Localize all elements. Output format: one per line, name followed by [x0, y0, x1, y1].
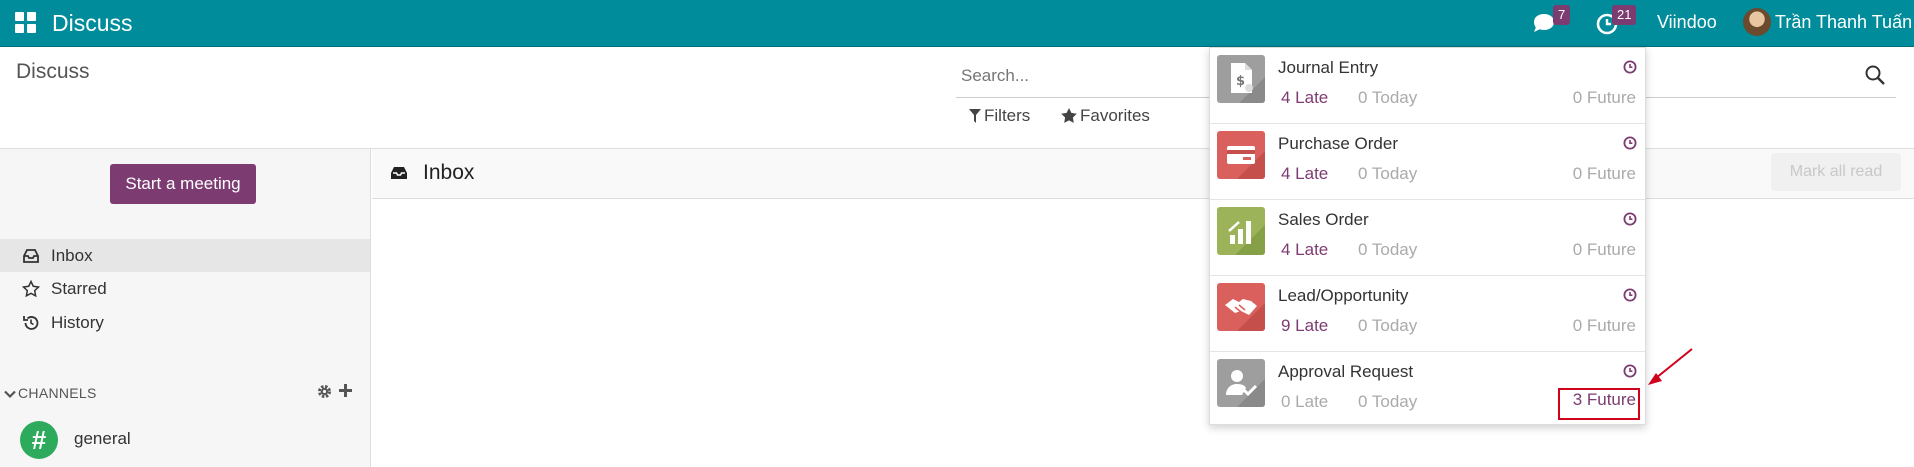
activity-row-sales-order[interactable]: Sales Order 4 Late 0 Today 0 Future	[1210, 200, 1645, 276]
highlight-box	[1558, 388, 1640, 420]
filters-button[interactable]: Filters	[969, 106, 1030, 126]
lead-opportunity-icon	[1217, 283, 1265, 331]
activity-late-count[interactable]: 0 Late	[1281, 392, 1328, 412]
clock-icon	[1623, 60, 1637, 74]
history-icon	[23, 316, 39, 330]
clock-icon	[1623, 136, 1637, 150]
inbox-title: Inbox	[423, 161, 475, 184]
journal-entry-icon: $	[1217, 55, 1265, 103]
activity-name: Purchase Order	[1278, 134, 1398, 153]
activity-late-count[interactable]: 4 Late	[1281, 240, 1328, 260]
activity-name: Lead/Opportunity	[1278, 286, 1409, 305]
channels-header[interactable]: CHANNELS	[4, 385, 97, 401]
favorites-label: Favorites	[1080, 106, 1150, 125]
app-title[interactable]: Discuss	[52, 10, 133, 37]
user-menu[interactable]: Trần Thanh Tuấn	[1775, 12, 1912, 33]
activity-name: Sales Order	[1278, 210, 1369, 229]
channels-label: CHANNELS	[18, 385, 97, 401]
activity-late-count[interactable]: 4 Late	[1281, 88, 1328, 108]
activity-today-count[interactable]: 0 Today	[1358, 164, 1417, 184]
activity-today-count[interactable]: 0 Today	[1358, 88, 1417, 108]
inbox-header: Inbox	[372, 149, 1914, 199]
sales-order-icon	[1217, 207, 1265, 255]
activity-today-count[interactable]: 0 Today	[1358, 392, 1417, 412]
page-title: Discuss	[16, 60, 90, 83]
apps-menu-icon[interactable]	[15, 12, 37, 34]
activity-future-count[interactable]: 0 Future	[1573, 240, 1636, 260]
activity-late-count[interactable]: 9 Late	[1281, 316, 1328, 336]
mark-all-read-button[interactable]: Mark all read	[1771, 153, 1901, 191]
activity-dropdown: $ Journal Entry 4 Late 0 Today 0 Future …	[1209, 47, 1646, 425]
search-icon[interactable]	[1864, 64, 1886, 86]
activity-name: Journal Entry	[1278, 58, 1379, 77]
annotation-arrow-icon	[1648, 348, 1693, 385]
activity-name: Approval Request	[1278, 362, 1414, 381]
sidebar-item-history[interactable]: History	[0, 306, 370, 339]
purchase-order-icon	[1217, 131, 1265, 179]
hash-icon: #	[20, 421, 58, 459]
channel-general[interactable]: general	[74, 429, 131, 449]
activity-late-count[interactable]: 4 Late	[1281, 164, 1328, 184]
activity-future-count[interactable]: 0 Future	[1573, 88, 1636, 108]
chat-badge: 7	[1553, 5, 1571, 25]
svg-text:$: $	[1236, 74, 1245, 89]
activity-row-lead-opportunity[interactable]: Lead/Opportunity 9 Late 0 Today 0 Future	[1210, 276, 1645, 352]
clock-icon	[1623, 364, 1637, 378]
filters-label: Filters	[984, 106, 1031, 125]
filter-icon	[969, 109, 981, 123]
sidebar: Start a meeting Inbox Starred History CH…	[0, 149, 371, 467]
inbox-icon	[23, 249, 39, 263]
clock-icon	[1623, 288, 1637, 302]
favorites-button[interactable]: Favorites	[1061, 106, 1150, 126]
user-avatar[interactable]	[1743, 8, 1771, 36]
inbox-icon	[391, 167, 407, 179]
sidebar-item-starred[interactable]: Starred	[0, 272, 370, 305]
chevron-down-icon	[4, 390, 16, 399]
star-icon	[22, 280, 40, 298]
gear-icon[interactable]	[316, 383, 333, 400]
start-meeting-button[interactable]: Start a meeting	[110, 164, 256, 204]
sidebar-item-inbox[interactable]: Inbox	[0, 239, 370, 272]
sidebar-item-label: History	[51, 313, 104, 332]
activity-row-purchase-order[interactable]: Purchase Order 4 Late 0 Today 0 Future	[1210, 124, 1645, 200]
activity-today-count[interactable]: 0 Today	[1358, 240, 1417, 260]
add-channel-icon[interactable]	[338, 383, 353, 398]
sidebar-item-label: Inbox	[51, 246, 93, 265]
sidebar-item-label: Starred	[51, 279, 107, 298]
top-navbar: Discuss 7 21 Viindoo Trần Thanh Tuấn	[0, 0, 1914, 47]
clock-icon	[1623, 212, 1637, 226]
star-icon	[1061, 108, 1077, 123]
activity-badge: 21	[1612, 5, 1637, 25]
company-switcher[interactable]: Viindoo	[1657, 12, 1717, 33]
activity-row-journal-entry[interactable]: $ Journal Entry 4 Late 0 Today 0 Future	[1210, 48, 1645, 124]
activity-today-count[interactable]: 0 Today	[1358, 316, 1417, 336]
approval-request-icon	[1217, 359, 1265, 407]
activity-future-count[interactable]: 0 Future	[1573, 164, 1636, 184]
activity-future-count[interactable]: 0 Future	[1573, 316, 1636, 336]
